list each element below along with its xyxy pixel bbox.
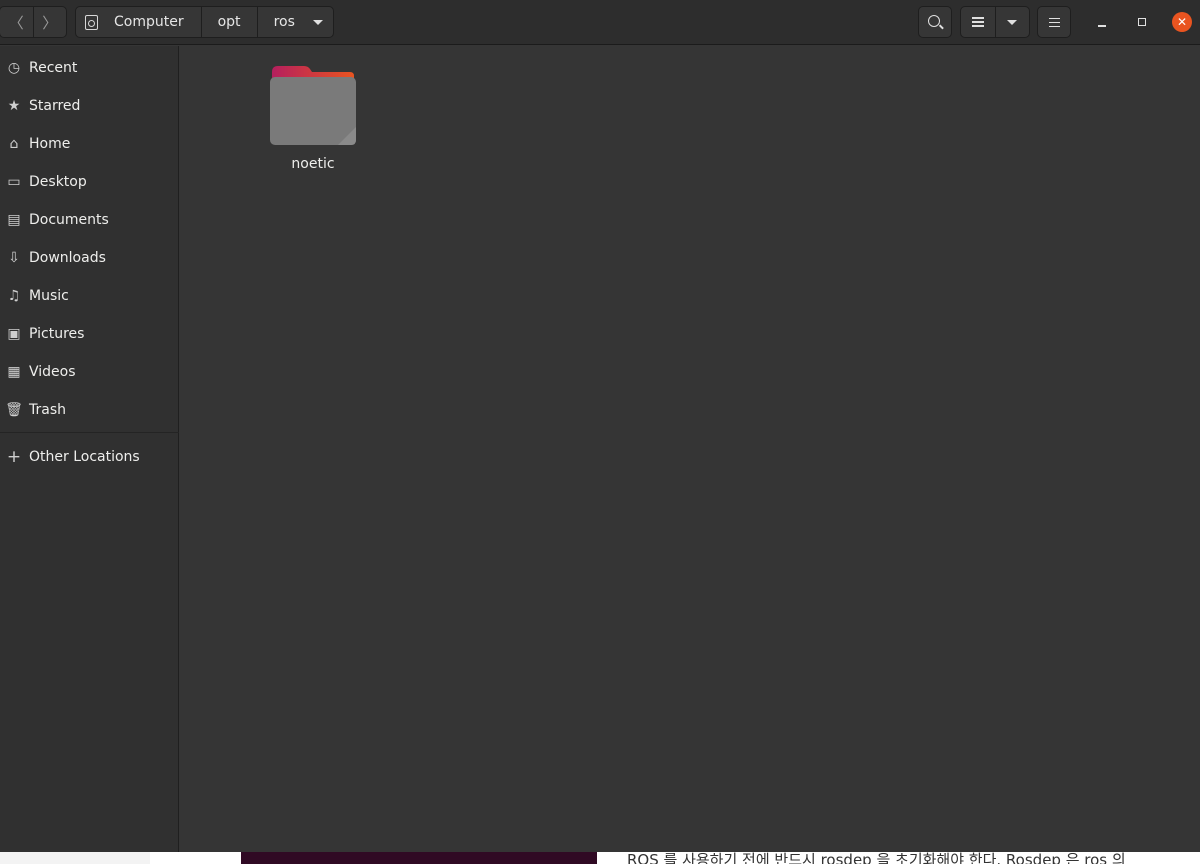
sidebar-item-label: Desktop bbox=[29, 174, 87, 190]
folder-item[interactable]: noetic bbox=[268, 66, 358, 176]
sidebar-item-label: Trash bbox=[29, 402, 66, 418]
main-menu-button[interactable] bbox=[1037, 6, 1071, 38]
trash-icon: 🗑 bbox=[5, 402, 23, 418]
plus-icon: + bbox=[6, 447, 22, 467]
chevron-down-icon bbox=[1007, 19, 1018, 25]
hamburger-menu-icon bbox=[1048, 17, 1060, 27]
sidebar-item-starred[interactable]: ★ Starred bbox=[0, 89, 179, 123]
sidebar-item-label: Other Locations bbox=[29, 449, 140, 465]
background-text: ROS 를 사용하기 전에 반드시 rosdep 을 초기화해야 한다. Ros… bbox=[627, 852, 1126, 864]
sidebar-item-recent[interactable]: ◷ Recent bbox=[0, 51, 179, 85]
sidebar-item-label: Videos bbox=[29, 364, 76, 380]
video-icon: ▦ bbox=[7, 364, 21, 380]
back-button[interactable]: 〈 bbox=[0, 7, 33, 37]
path-crumb-opt[interactable]: opt bbox=[200, 7, 257, 37]
sidebar-item-videos[interactable]: ▦ Videos bbox=[0, 355, 179, 389]
sidebar-item-desktop[interactable]: ▭ Desktop bbox=[0, 165, 179, 199]
sidebar-item-label: Starred bbox=[29, 98, 81, 114]
path-crumb-ros[interactable]: ros bbox=[256, 7, 333, 37]
drive-icon bbox=[85, 14, 98, 30]
sidebar-item-downloads[interactable]: ⇩ Downloads bbox=[0, 241, 179, 275]
folder-icon bbox=[270, 66, 356, 145]
star-icon: ★ bbox=[7, 98, 21, 114]
sidebar-item-label: Documents bbox=[29, 212, 109, 228]
sidebar-item-label: Downloads bbox=[29, 250, 106, 266]
view-menu-button[interactable] bbox=[994, 7, 1030, 37]
background-panel bbox=[0, 852, 150, 864]
desktop-icon: ▭ bbox=[7, 174, 21, 190]
chevron-left-icon: 〈 bbox=[8, 13, 24, 32]
clock-icon: ◷ bbox=[7, 60, 21, 76]
maximize-icon bbox=[1138, 18, 1146, 26]
home-icon: ⌂ bbox=[9, 136, 19, 152]
list-view-button[interactable] bbox=[961, 7, 995, 37]
maximize-button[interactable] bbox=[1132, 12, 1152, 32]
sidebar-item-label: Pictures bbox=[29, 326, 85, 342]
navigation-buttons: 〈 〉 bbox=[0, 6, 67, 38]
sidebar-item-trash[interactable]: 🗑 Trash bbox=[0, 393, 179, 427]
chevron-down-icon bbox=[312, 19, 323, 25]
path-crumb-computer[interactable]: Computer bbox=[76, 7, 201, 37]
view-options bbox=[960, 6, 1030, 38]
picture-icon: ▣ bbox=[7, 326, 21, 342]
path-bar: Computer opt ros bbox=[75, 6, 334, 38]
background-terminal bbox=[241, 852, 597, 864]
search-icon bbox=[928, 15, 940, 27]
close-icon: ✕ bbox=[1172, 12, 1192, 32]
header-bar: 〈 〉 Computer opt ros ✕ bbox=[0, 0, 1200, 45]
search-button[interactable] bbox=[918, 6, 952, 38]
background-page: ROS 를 사용하기 전에 반드시 rosdep 을 초기화해야 한다. Ros… bbox=[0, 852, 1200, 864]
sidebar-item-pictures[interactable]: ▣ Pictures bbox=[0, 317, 179, 351]
folder-label: noetic bbox=[291, 156, 335, 172]
file-manager-window: 〈 〉 Computer opt ros ✕ ◷ Recent ★ Starre… bbox=[0, 0, 1200, 852]
minimize-icon bbox=[1098, 25, 1106, 27]
minimize-button[interactable] bbox=[1092, 12, 1112, 32]
sidebar-item-label: Recent bbox=[29, 60, 78, 76]
close-button[interactable]: ✕ bbox=[1172, 12, 1192, 32]
sidebar-separator bbox=[0, 432, 179, 433]
download-icon: ⇩ bbox=[8, 250, 20, 266]
document-icon: ▤ bbox=[7, 212, 21, 228]
sidebar-item-documents[interactable]: ▤ Documents bbox=[0, 203, 179, 237]
music-icon: ♫ bbox=[7, 288, 21, 304]
chevron-right-icon: 〉 bbox=[42, 13, 58, 32]
sidebar-item-home[interactable]: ⌂ Home bbox=[0, 127, 179, 161]
file-view[interactable]: noetic bbox=[180, 46, 1200, 852]
sidebar-item-label: Music bbox=[29, 288, 69, 304]
sidebar-item-label: Home bbox=[29, 136, 71, 152]
sidebar-item-other-locations[interactable]: + Other Locations bbox=[0, 440, 179, 474]
list-view-icon bbox=[971, 16, 984, 27]
places-sidebar: ◷ Recent ★ Starred ⌂ Home ▭ Desktop ▤ Do… bbox=[0, 46, 179, 852]
forward-button[interactable]: 〉 bbox=[32, 7, 67, 37]
sidebar-item-music[interactable]: ♫ Music bbox=[0, 279, 179, 313]
